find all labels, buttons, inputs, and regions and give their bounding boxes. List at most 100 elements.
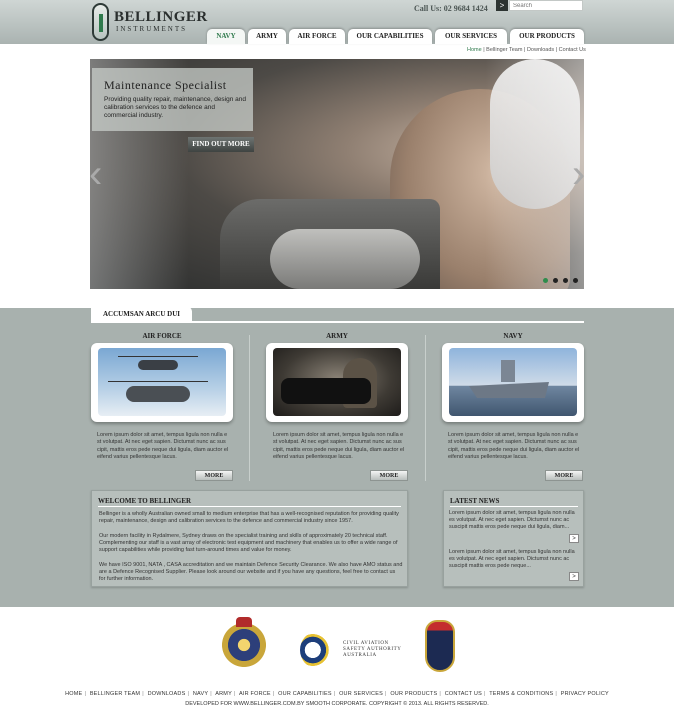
welcome-box: WELCOME TO BELLINGER Bellinger is a whol…: [91, 490, 408, 587]
sep: |: [483, 691, 486, 697]
logo-name: BELLINGER: [114, 9, 208, 25]
slider-dot-3[interactable]: [563, 278, 568, 283]
sep: |: [187, 691, 190, 697]
slider-dot-4[interactable]: [573, 278, 578, 283]
find-out-more-button[interactable]: FIND OUT MORE: [188, 137, 254, 152]
news-item-2: Lorem ipsum dolor sit amet, tempus ligul…: [449, 549, 575, 570]
helicopter: [126, 386, 190, 402]
navy-ship-photo: [449, 348, 577, 416]
more-button-navy[interactable]: MORE: [545, 470, 583, 481]
slider-prev-arrow-icon[interactable]: ‹: [89, 150, 102, 198]
sep: |: [384, 691, 387, 697]
footer-link-terms[interactable]: TERMS & CONDITIONS: [489, 691, 553, 697]
raaf-crown-icon: [236, 617, 252, 627]
util-link-home[interactable]: Home: [467, 47, 482, 53]
sep: |: [233, 691, 236, 697]
column-divider: [425, 335, 426, 481]
util-link-team[interactable]: Bellinger Team: [486, 47, 522, 53]
news-item-1-arrow-icon[interactable]: >: [569, 534, 579, 543]
col-image-frame-army[interactable]: [266, 343, 408, 422]
news-title: LATEST NEWS: [450, 497, 500, 505]
casa-logo-icon: [300, 632, 332, 668]
util-link-contact[interactable]: Contact Us: [559, 47, 586, 53]
footer-link-air-force[interactable]: AIR FORCE: [239, 691, 271, 697]
nav-tab-air-force[interactable]: AIR FORCE: [289, 29, 345, 44]
welcome-paragraph-2: Our modern facility in Rydalmere, Sydney…: [99, 533, 398, 554]
news-item-2-arrow-icon[interactable]: >: [569, 572, 579, 581]
search-go-button[interactable]: >: [496, 0, 508, 11]
nav-tab-navy[interactable]: NAVY: [207, 29, 245, 44]
sep: |: [555, 691, 557, 697]
rotor: [108, 381, 208, 382]
more-button-air-force[interactable]: MORE: [195, 470, 233, 481]
logo-emblem-icon: [92, 3, 109, 41]
helicopter: [138, 360, 178, 370]
site-header: BELLINGER INSTRUMENTS Call Us: 02 9684 1…: [0, 0, 674, 44]
bellinger-logo[interactable]: BELLINGER INSTRUMENTS: [92, 3, 207, 41]
band-tab: ACCUMSAN ARCU DUI: [91, 306, 192, 323]
footer-link-our-services[interactable]: OUR SERVICES: [339, 691, 383, 697]
news-title-underline: [450, 506, 578, 507]
sep: |: [210, 691, 212, 697]
footer-links: HOME | BELLINGER TEAM | DOWNLOADS | NAVY | A…: [0, 691, 674, 697]
scope: [281, 378, 371, 404]
welcome-title: WELCOME TO BELLINGER: [98, 497, 192, 505]
footer-link-downloads[interactable]: DOWNLOADS: [148, 691, 186, 697]
util-sep: |: [555, 47, 558, 53]
util-sep: |: [523, 47, 526, 53]
sep: |: [84, 691, 87, 697]
mast: [501, 360, 515, 382]
hero-slider: Maintenance Specialist Providing quality…: [90, 59, 584, 289]
footer-link-bellinger-team[interactable]: BELLINGER TEAM: [90, 691, 140, 697]
util-sep: |: [483, 47, 485, 53]
slider-dot-2[interactable]: [553, 278, 558, 283]
slider-dot-1[interactable]: [543, 278, 548, 283]
footer-link-our-products[interactable]: OUR PRODUCTS: [390, 691, 437, 697]
nav-tab-army[interactable]: ARMY: [248, 29, 286, 44]
sep: |: [333, 691, 336, 697]
search-input[interactable]: [509, 0, 583, 11]
sep: |: [142, 691, 144, 697]
welcome-title-underline: [98, 506, 401, 507]
util-link-downloads[interactable]: Downloads: [527, 47, 554, 53]
royal-australian-navy-badge-icon: [425, 620, 455, 672]
band-divider: [192, 321, 584, 323]
casa-wordmark: CIVIL AVIATION SAFETY AUTHORITY AUSTRALI…: [343, 641, 401, 659]
main-nav: NAVY ARMY AIR FORCE OUR CAPABILITIES OUR…: [207, 29, 587, 44]
nav-tab-our-products[interactable]: OUR PRODUCTS: [510, 29, 584, 44]
nav-tab-our-services[interactable]: OUR SERVICES: [435, 29, 507, 44]
hero-caption-panel: Maintenance Specialist Providing quality…: [92, 68, 253, 131]
col-title-navy: NAVY: [503, 332, 523, 340]
col-image-frame-air-force[interactable]: [91, 343, 233, 422]
col-text-air-force: Lorem ipsum dolor sit amet, tempus ligul…: [97, 432, 229, 461]
nav-tab-our-capabilities[interactable]: OUR CAPABILITIES: [348, 29, 432, 44]
col-title-air-force: AIR FORCE: [142, 332, 182, 340]
utility-links: Home | Bellinger Team | Downloads | Cont…: [467, 47, 586, 53]
footer-link-army[interactable]: ARMY: [215, 691, 232, 697]
call-us-phone: Call Us: 02 9684 1424: [414, 4, 488, 13]
sep: |: [272, 691, 275, 697]
hero-title: Maintenance Specialist: [104, 78, 227, 92]
welcome-paragraph-3: We have ISO 9001, NATA , CASA accreditat…: [99, 562, 403, 583]
slider-next-arrow-icon[interactable]: ›: [572, 150, 585, 198]
latest-news-box: LATEST NEWS Lorem ipsum dolor sit amet, …: [443, 490, 584, 587]
hero-text: Providing quality repair, maintenance, d…: [104, 96, 247, 119]
footer-link-our-capabilities[interactable]: OUR CAPABILITIES: [278, 691, 332, 697]
more-button-army[interactable]: MORE: [370, 470, 408, 481]
col-image-frame-navy[interactable]: [442, 343, 584, 422]
footer-copyright: DEVELOPED FOR WWW.BELLINGER.COM.BY SMOOT…: [185, 701, 489, 707]
col-title-army: ARMY: [326, 332, 348, 340]
col-text-navy: Lorem ipsum dolor sit amet, tempus ligul…: [448, 432, 580, 461]
footer-link-navy[interactable]: NAVY: [193, 691, 208, 697]
footer-link-home[interactable]: HOME: [65, 691, 82, 697]
air-force-helicopter-photo: [98, 348, 226, 416]
footer-link-privacy[interactable]: PRIVACY POLICY: [561, 691, 609, 697]
footer-link-contact-us[interactable]: CONTACT US: [445, 691, 482, 697]
sep: |: [439, 691, 441, 697]
logo-subtitle: INSTRUMENTS: [116, 25, 188, 33]
col-text-army: Lorem ipsum dolor sit amet, tempus ligul…: [273, 432, 405, 461]
army-soldier-photo: [273, 348, 401, 416]
column-divider: [249, 335, 250, 481]
rotor: [118, 356, 198, 357]
casa-line3: AUSTRALIA: [343, 653, 377, 658]
